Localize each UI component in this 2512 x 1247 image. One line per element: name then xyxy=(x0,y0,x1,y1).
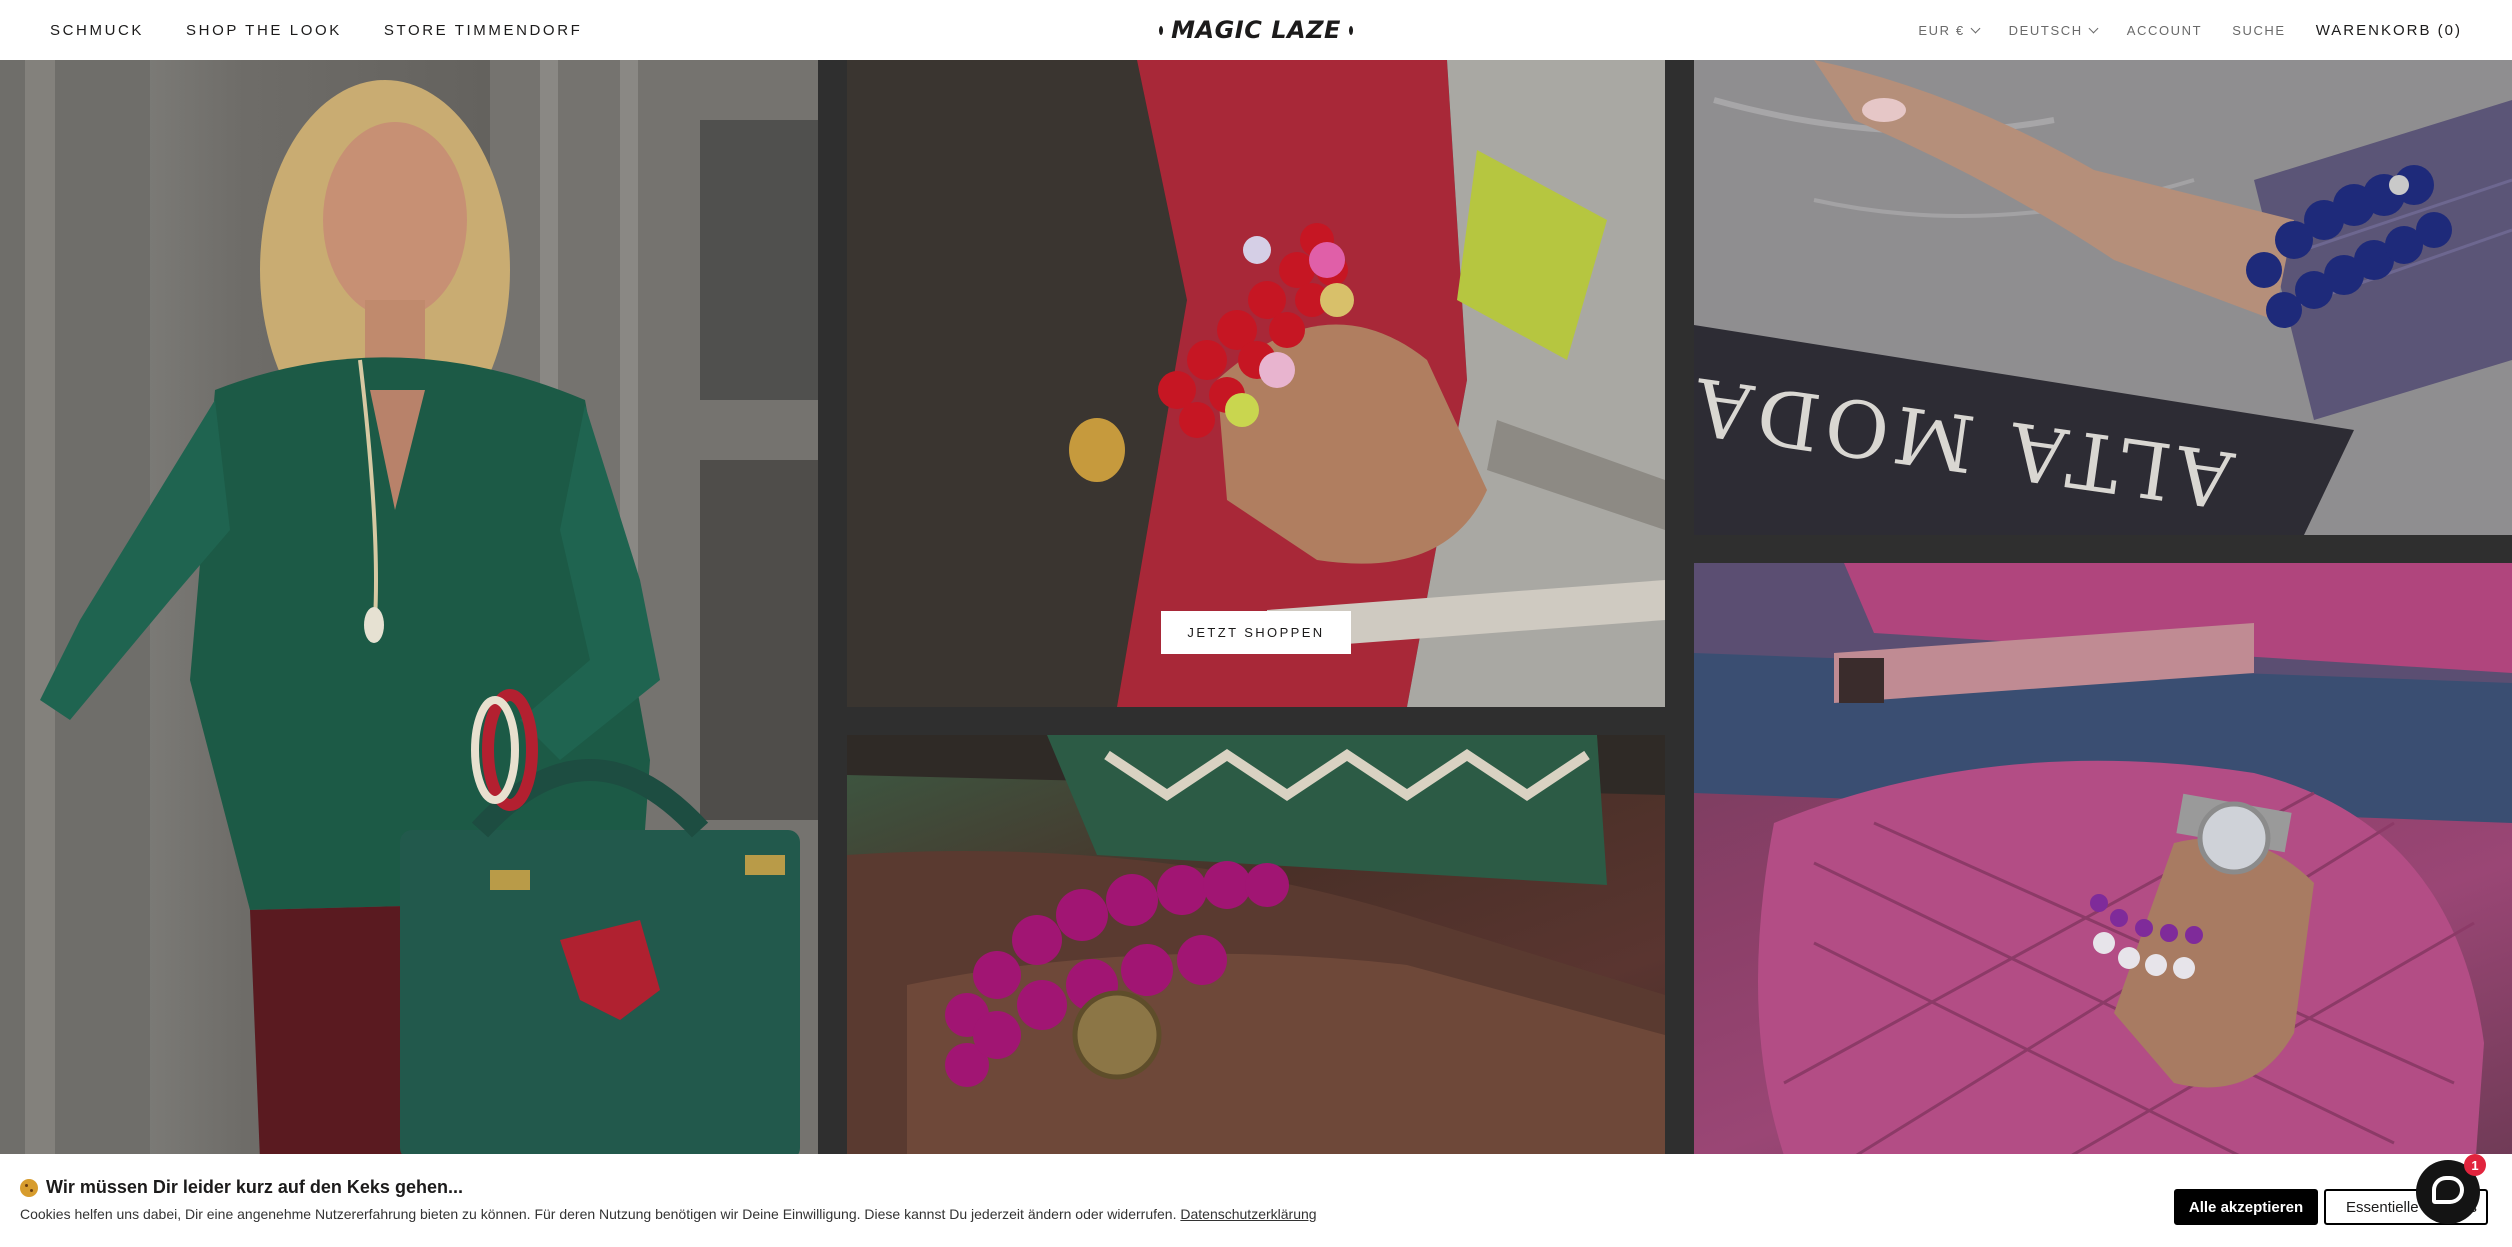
search-link[interactable]: SUCHE xyxy=(2232,23,2286,38)
chevron-down-icon xyxy=(1970,23,1981,33)
main-nav: SCHMUCK SHOP THE LOOK STORE TIMMENDORF xyxy=(50,0,582,60)
currency-label: EUR € xyxy=(1918,22,1965,38)
purple-bracelets-photo xyxy=(847,735,1665,1175)
hero-tile-blue-bracelets[interactable]: ALTA MODA xyxy=(1694,60,2512,535)
logo-dot-right-icon xyxy=(1348,25,1353,35)
hero-tile-woman[interactable] xyxy=(0,60,818,1160)
nav-schmuck[interactable]: SCHMUCK xyxy=(50,22,144,39)
site-header: SCHMUCK SHOP THE LOOK STORE TIMMENDORF M… xyxy=(0,0,2512,60)
red-bracelets-photo xyxy=(847,60,1665,707)
hero-tile-pink-bag[interactable] xyxy=(1694,563,2512,1183)
cookie-icon xyxy=(20,1178,38,1197)
cookie-title-text: Wir müssen Dir leider kurz auf den Keks … xyxy=(46,1177,463,1197)
logo-dot-left-icon xyxy=(1159,25,1164,35)
cookie-title: Wir müssen Dir leider kurz auf den Keks … xyxy=(20,1177,463,1198)
currency-selector[interactable]: EUR € xyxy=(1918,22,1981,38)
cookie-banner: Wir müssen Dir leider kurz auf den Keks … xyxy=(0,1154,2512,1247)
hero-tile-red-bracelets[interactable] xyxy=(847,60,1665,707)
chat-notification-badge: 1 xyxy=(2464,1154,2486,1176)
language-label: DEUTSCH xyxy=(2008,22,2083,38)
cookie-description-text: Cookies helfen uns dabei, Dir eine angen… xyxy=(20,1206,1177,1222)
hero-tile-purple-bracelets[interactable] xyxy=(847,735,1665,1175)
chevron-down-icon xyxy=(2088,23,2099,33)
nav-store-timmendorf[interactable]: STORE TIMMENDORF xyxy=(384,22,583,39)
site-logo[interactable]: MAGIC LAZE xyxy=(1159,14,1353,46)
language-selector[interactable]: DEUTSCH xyxy=(2008,22,2099,38)
chat-bubble-icon xyxy=(2432,1176,2464,1204)
accept-all-button[interactable]: Alle akzeptieren xyxy=(2174,1189,2318,1225)
woman-photo xyxy=(0,60,818,1160)
shop-now-button[interactable]: JETZT SHOPPEN xyxy=(1161,611,1351,654)
cookie-description: Cookies helfen uns dabei, Dir eine angen… xyxy=(20,1206,1317,1222)
blue-bracelets-photo: ALTA MODA xyxy=(1694,60,2512,535)
cart-link[interactable]: WARENKORB (0) xyxy=(2316,22,2462,39)
hero-mosaic: ALTA MODA JETZT SHOPPEN xyxy=(0,60,2512,1247)
header-utilities: EUR € DEUTSCH ACCOUNT SUCHE WARENKORB (0… xyxy=(1918,0,2462,60)
pink-bag-photo xyxy=(1694,563,2512,1183)
account-link[interactable]: ACCOUNT xyxy=(2127,23,2202,38)
privacy-policy-link[interactable]: Datenschutzerklärung xyxy=(1180,1206,1316,1222)
logo-text: MAGIC LAZE xyxy=(1171,16,1341,44)
nav-shop-the-look[interactable]: SHOP THE LOOK xyxy=(186,22,342,39)
